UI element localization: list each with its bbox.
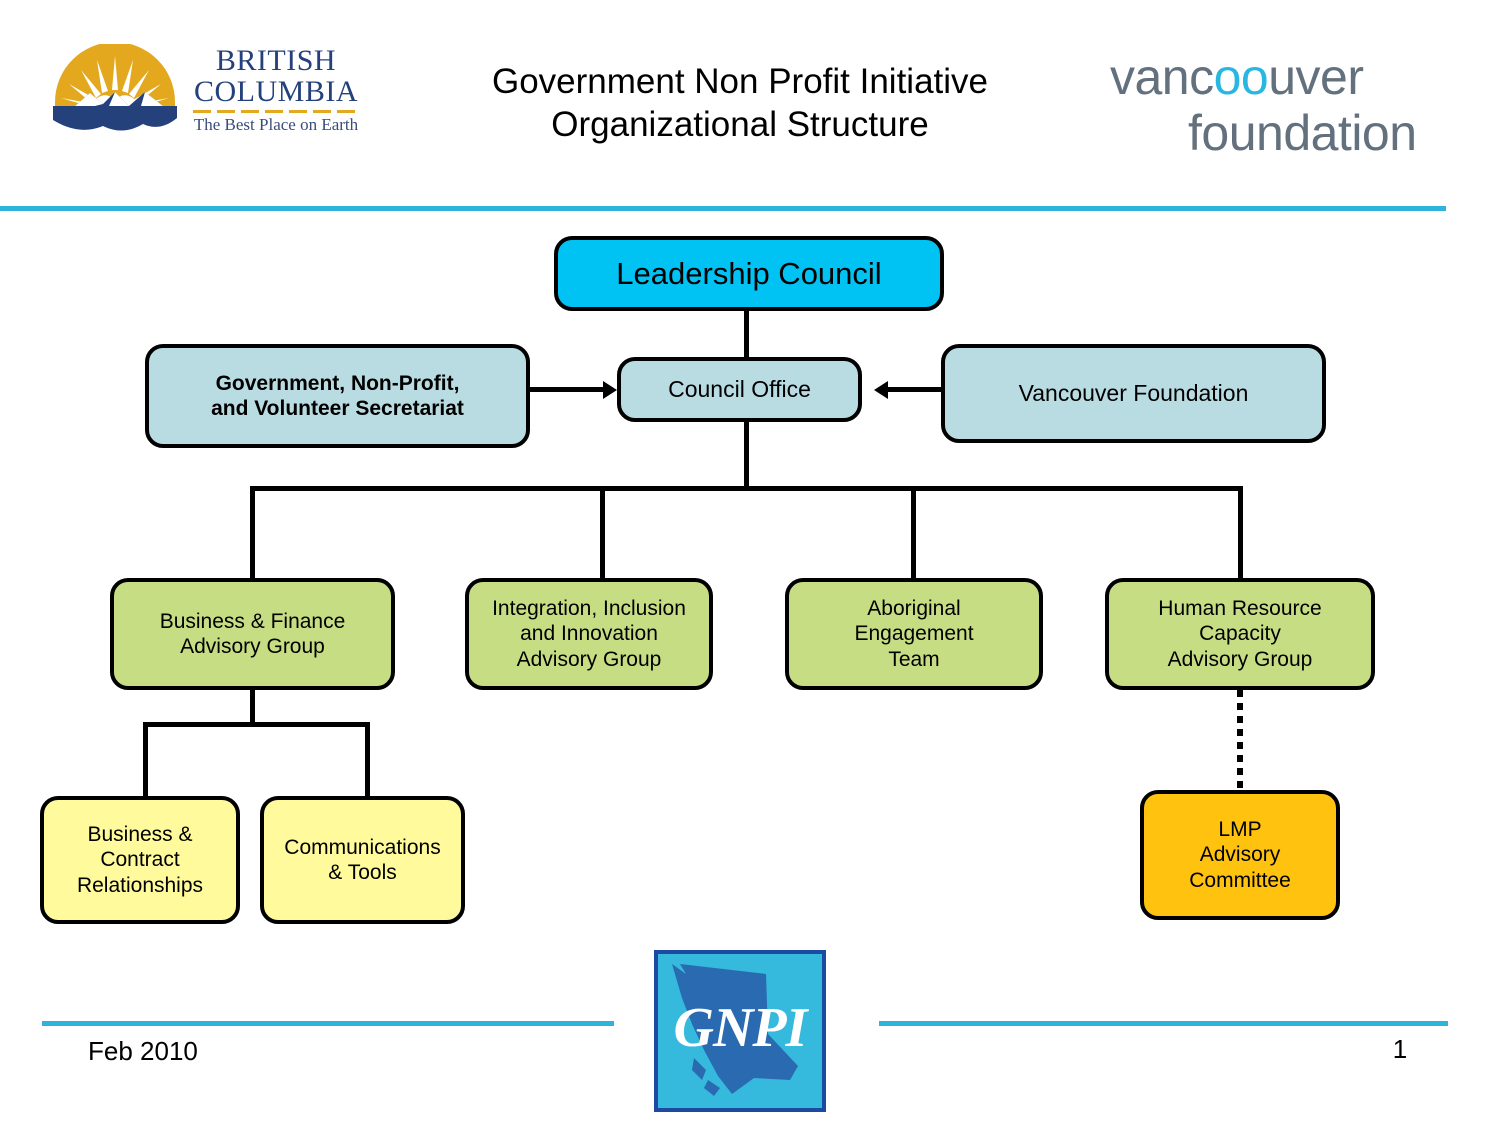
connector-drop-humanresource [1238,486,1243,580]
node-government-nonprofit-volunteer-secretariat[interactable]: Government, Non-Profit, and Volunteer Sec… [145,344,530,448]
arrowhead-secretariat-to-office [603,381,617,399]
connector-drop-aboriginal [911,486,916,580]
gnpi-logo-text: GNPI [673,997,808,1059]
gnpi-logo: GNPI [654,950,826,1112]
node-vancouver-foundation[interactable]: Vancouver Foundation [941,344,1326,443]
footer-page-number: 1 [1392,1034,1408,1064]
node-human-resource-capacity-advisory-group[interactable]: Human Resource Capacity Advisory Group [1105,578,1375,690]
footer-divider-left [42,1021,614,1026]
bc-tagline: The Best Place on Earth [193,115,359,135]
vf-word-prefix: vanc [1110,49,1214,105]
node-human-resource-label: Human Resource Capacity Advisory Group [1158,597,1322,671]
node-vancouver-foundation-label: Vancouver Foundation [1018,379,1249,406]
bc-wordmark-line1: BRITISH [215,44,337,77]
footer-date: Feb 2010 [88,1036,198,1066]
connector-bf-drop [250,688,255,726]
bc-sun-mountain-icon [53,44,177,131]
node-integration-inclusion-innovation-advisory-group[interactable]: Integration, Inclusion and Innovation Advi… [465,578,713,690]
vf-word-suffix: uver [1268,49,1364,105]
connector-subgroup-bus [143,722,370,727]
british-columbia-logo: BRITISH COLUMBIA The Best Place on Earth [40,42,360,162]
connector-office-drop [744,420,749,490]
node-leadership-council[interactable]: Leadership Council [554,236,944,311]
page-title-line1: Government Non Profit Initiative [491,62,989,101]
node-council-office-label: Council Office [668,375,811,402]
page-title-line2: Organizational Structure [551,105,929,145]
connector-secretariat-to-office [530,387,604,392]
bc-gold-rule [193,110,359,114]
connector-drop-communications [365,722,370,800]
header-divider [0,206,1446,211]
node-secretariat-label: Government, Non-Profit, and Volunteer Sec… [211,371,464,420]
node-council-office[interactable]: Council Office [617,357,862,422]
connector-hrc-to-lmp-dotted [1237,690,1243,792]
page-title: Government Non Profit Initiative Organiz… [380,60,1100,147]
vf-infinity-icon: oo [1213,49,1269,105]
node-aboriginal-label: Aboriginal Engagement Team [854,597,974,671]
connector-leadership-to-office [744,309,749,361]
slide-canvas: BRITISH COLUMBIA The Best Place on Earth… [0,0,1500,1125]
node-business-contract-relationships[interactable]: Business & Contract Relationships [40,796,240,924]
arrowhead-vancouverfoundation-to-office [874,381,888,399]
node-business-finance-label: Business & Finance Advisory Group [159,609,346,658]
node-business-contract-label: Business & Contract Relationships [76,823,204,897]
vf-wordmark-line2: foundation [1188,105,1417,161]
node-integration-label: Integration, Inclusion and Innovation Advi… [492,597,686,671]
node-lmp-advisory-committee[interactable]: LMP Advisory Committee [1140,790,1340,920]
node-lmp-label: LMP Advisory Committee [1189,818,1291,892]
connector-drop-business-contract [143,722,148,800]
node-communications-tools-label: Communications & Tools [284,835,441,884]
vf-wordmark-line1: vancoouver [1110,52,1460,102]
connector-drop-integration [600,486,605,580]
node-business-finance-advisory-group[interactable]: Business & Finance Advisory Group [110,578,395,690]
bc-wordmark-line2: COLUMBIA [193,74,358,108]
connector-vancouverfoundation-to-office [888,387,941,392]
connector-drop-business-finance [250,486,255,580]
node-aboriginal-engagement-team[interactable]: Aboriginal Engagement Team [785,578,1043,690]
footer-divider-right [879,1021,1448,1026]
node-communications-tools[interactable]: Communications & Tools [260,796,465,924]
vancouver-foundation-logo: vancoouver foundation [1110,52,1460,172]
node-leadership-council-label: Leadership Council [616,255,882,291]
connector-advisory-bus [250,486,1243,491]
